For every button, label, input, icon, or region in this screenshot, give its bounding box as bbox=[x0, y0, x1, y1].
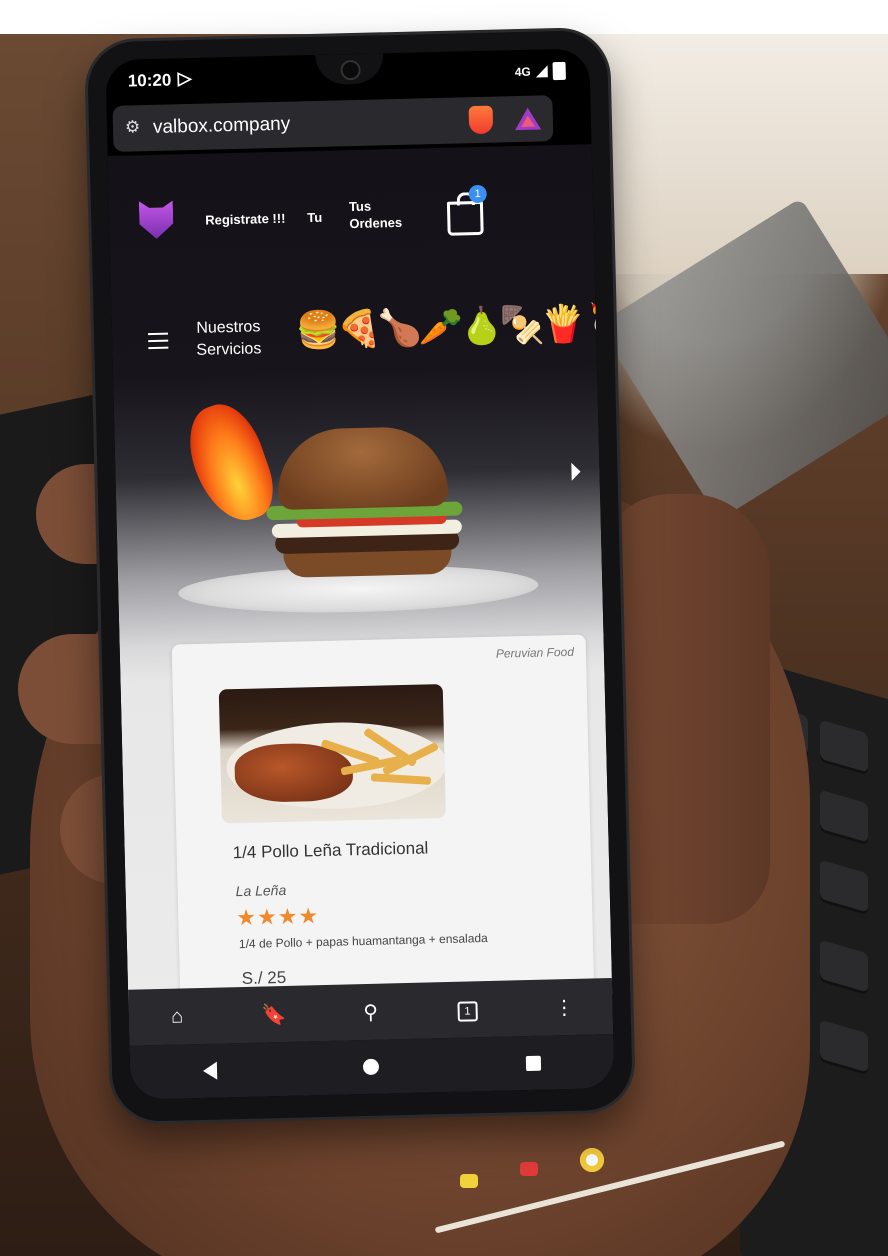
search-icon[interactable]: ⚲ bbox=[350, 999, 391, 1025]
network-label: 4G bbox=[514, 64, 531, 80]
services-label-line1: Nuestros bbox=[196, 318, 261, 337]
recent-apps-icon[interactable] bbox=[525, 1055, 541, 1071]
website: Registrate !!! Tu Tus Ordenes 1 Nuestros… bbox=[107, 144, 615, 1025]
home-icon[interactable]: ⌂ bbox=[157, 1005, 198, 1029]
bead bbox=[520, 1162, 538, 1176]
url-text[interactable]: valbox.company bbox=[153, 114, 291, 139]
product-image[interactable] bbox=[218, 684, 446, 824]
bead bbox=[580, 1148, 604, 1172]
cart-count-badge: 1 bbox=[468, 184, 487, 204]
play-icon: ▷ bbox=[177, 67, 192, 89]
product-description: 1/4 de Pollo + papas huamantanga + ensal… bbox=[238, 930, 488, 952]
phone-screen: 10:20 ▷ 4G ⚙ valbox.company Registrate !… bbox=[105, 48, 615, 1100]
system-navigation bbox=[129, 1033, 615, 1100]
brave-rewards-icon[interactable] bbox=[514, 107, 542, 131]
tabs-icon[interactable]: 1 bbox=[447, 997, 488, 1022]
bookmark-icon[interactable]: 🔖 bbox=[254, 1001, 295, 1027]
camera-icon bbox=[340, 59, 361, 81]
category-icons[interactable]: 🍔🍕🍗🥕🍐🍢🍟🍹 bbox=[295, 302, 614, 352]
product-title[interactable]: 1/4 Pollo Leña Tradicional bbox=[232, 838, 428, 863]
status-time: 10:20 bbox=[127, 70, 172, 91]
services-label-line2: Servicios bbox=[196, 340, 262, 359]
site-settings-icon[interactable]: ⚙ bbox=[125, 117, 141, 137]
shopping-bag-icon[interactable] bbox=[446, 200, 484, 236]
back-icon[interactable] bbox=[202, 1061, 218, 1080]
services-label[interactable]: Nuestros Servicios bbox=[196, 316, 262, 362]
home-button-icon[interactable] bbox=[363, 1058, 380, 1076]
category-tag: Peruvian Food bbox=[495, 644, 575, 661]
bead bbox=[460, 1174, 478, 1188]
carousel-next-icon[interactable] bbox=[571, 462, 581, 481]
address-bar[interactable]: ⚙ valbox.company bbox=[112, 95, 554, 152]
register-link[interactable]: Registrate !!! bbox=[205, 210, 286, 229]
battery-icon bbox=[552, 61, 566, 81]
phone: 10:20 ▷ 4G ⚙ valbox.company Registrate !… bbox=[86, 29, 634, 1123]
tu-link[interactable]: Tu bbox=[307, 209, 322, 226]
burger-bun-top bbox=[276, 425, 449, 510]
signal-icon bbox=[535, 65, 548, 78]
restaurant-name: La Leña bbox=[235, 881, 287, 900]
status-icons: 4G bbox=[514, 61, 566, 81]
product-card[interactable]: Peruvian Food 1/4 Pollo Leña Tradicional… bbox=[171, 634, 595, 1025]
rating-stars: ★★★★ bbox=[236, 903, 320, 931]
more-menu-icon[interactable]: ⋮ bbox=[544, 994, 585, 1020]
orders-link[interactable]: Tus Ordenes bbox=[349, 197, 410, 232]
hero-banner bbox=[153, 375, 579, 645]
brave-shield-icon[interactable] bbox=[468, 105, 494, 135]
menu-icon[interactable] bbox=[148, 332, 169, 354]
wolf-logo-icon[interactable] bbox=[139, 200, 174, 239]
